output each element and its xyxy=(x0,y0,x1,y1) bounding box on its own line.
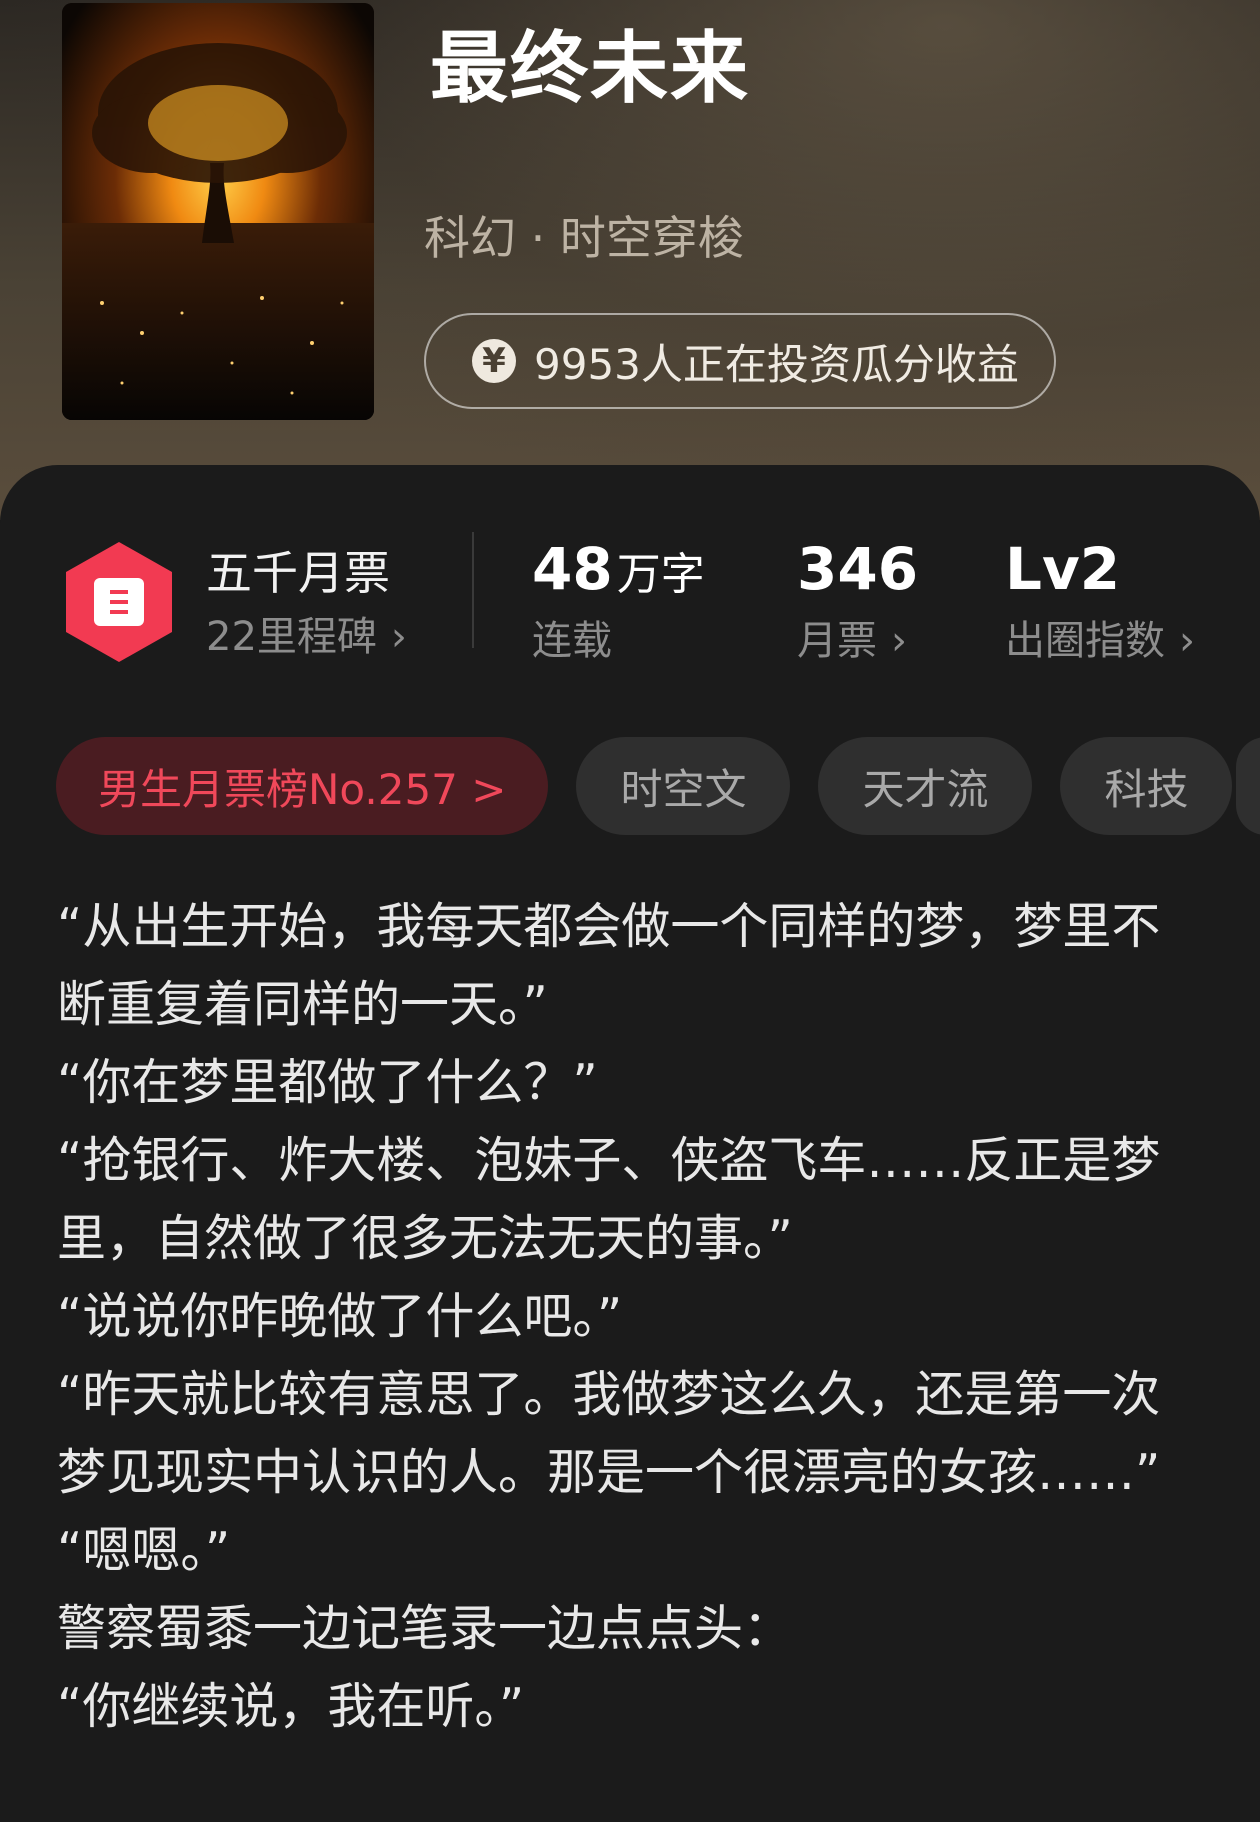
cover-tree-image xyxy=(62,3,374,420)
intro-line: “你在梦里都做了什么？” xyxy=(57,1054,598,1111)
intro-line: 警察蜀黍一边记笔录一边点点头： xyxy=(57,1600,793,1657)
chevron-right-icon: › xyxy=(891,618,907,664)
intro-line: “从出生开始，我每天都会做一个同样的梦，梦里不断重复着同样的一天。” xyxy=(57,898,1161,1033)
invest-button[interactable]: ¥ 9953人正在投资瓜分收益 xyxy=(424,313,1056,409)
invest-text: 9953人正在投资瓜分收益 xyxy=(534,339,1019,389)
chevron-right-icon: › xyxy=(390,614,407,660)
tag-genius[interactable]: 天才流 xyxy=(818,737,1033,835)
yen-icon: ¥ xyxy=(472,339,516,383)
ticket-badge-icon[interactable] xyxy=(62,540,176,664)
book-cover[interactable] xyxy=(62,3,374,420)
milestone-sub: 22里程碑 xyxy=(206,614,377,660)
tag-overflow-edge[interactable] xyxy=(1236,737,1260,835)
monthly-tickets-label: 月票 xyxy=(797,618,877,664)
intro-line: “你继续说，我在听。” xyxy=(57,1678,525,1735)
tag-technology[interactable]: 科技 xyxy=(1060,737,1233,835)
book-detail-page: 最终未来 科幻 · 时空穿梭 ¥ 9953人正在投资瓜分收益 五千月票 22里程… xyxy=(0,0,1260,1822)
tag-list: 男生月票榜No.257 > 时空文 天才流 科技 xyxy=(56,737,1233,835)
word-count-unit: 万字 xyxy=(616,549,705,600)
word-count-number: 48 xyxy=(532,535,613,603)
intro-line: “昨天就比较有意思了。我做梦这么久，还是第一次梦见现实中认识的人。那是一个很漂亮… xyxy=(57,1366,1161,1501)
breakout-value[interactable]: Lv2 xyxy=(1005,540,1120,598)
monthly-tickets-value[interactable]: 346 xyxy=(797,540,918,598)
book-title: 最终未来 xyxy=(430,24,751,114)
stats-divider xyxy=(472,532,474,648)
word-count: 48万字 xyxy=(532,540,705,598)
milestone-link[interactable]: 22里程碑 › xyxy=(206,617,407,657)
word-count-label: 连载 xyxy=(532,618,612,664)
book-genre[interactable]: 科幻 · 时空穿梭 xyxy=(424,215,744,261)
breakout-label: 出圈指数 xyxy=(1005,618,1165,664)
monthly-tickets-link[interactable]: 月票 › xyxy=(797,621,907,661)
intro-line: “说说你昨晚做了什么吧。” xyxy=(57,1288,623,1345)
breakout-link[interactable]: 出圈指数 › xyxy=(1005,621,1195,661)
milestone-title[interactable]: 五千月票 xyxy=(206,550,390,596)
intro-line: “嗯嗯。” xyxy=(57,1522,231,1579)
chevron-right-icon: › xyxy=(1179,618,1195,664)
rank-tag[interactable]: 男生月票榜No.257 > xyxy=(56,737,549,835)
tag-time-travel[interactable]: 时空文 xyxy=(576,737,791,835)
intro-line: “抢银行、炸大楼、泡妹子、侠盗飞车……反正是梦里，自然做了很多无法无天的事。” xyxy=(57,1132,1161,1267)
book-intro: “从出生开始，我每天都会做一个同样的梦，梦里不断重复着同样的一天。” “你在梦里… xyxy=(57,888,1177,1746)
